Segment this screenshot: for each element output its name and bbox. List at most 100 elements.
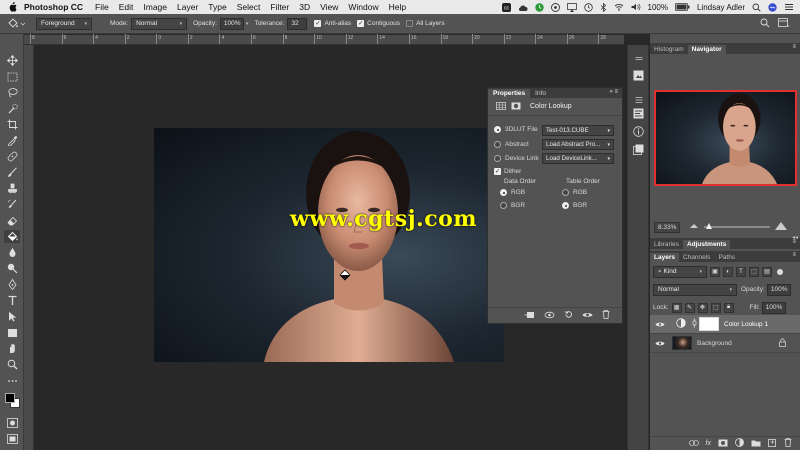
clone-stamp-tool-icon[interactable] — [4, 182, 20, 195]
opacity-input[interactable]: 100% — [219, 17, 244, 30]
link-layers-icon[interactable] — [688, 439, 699, 448]
abstract-radio[interactable] — [494, 141, 501, 148]
tab-navigator[interactable]: Navigator — [687, 45, 726, 54]
paint-bucket-tool-preset-icon[interactable] — [6, 16, 28, 32]
data-order-bgr[interactable]: BGR — [500, 202, 525, 209]
fill-source-dropdown[interactable]: Foreground ▾ — [36, 17, 92, 30]
notification-center-icon[interactable] — [784, 3, 794, 11]
fill-input[interactable]: 100% — [761, 301, 786, 314]
menu-edit[interactable]: Edit — [119, 2, 134, 12]
collapse-panels-icon[interactable]: ◂◂ — [792, 234, 798, 241]
table-order-bgr[interactable]: BGR — [562, 202, 587, 209]
add-mask-icon[interactable] — [718, 439, 728, 449]
tolerance-input[interactable]: 32 — [287, 17, 308, 30]
layer-name[interactable]: Background — [697, 340, 732, 347]
paint-bucket-tool-icon[interactable] — [4, 230, 20, 243]
history-brush-tool-icon[interactable] — [4, 198, 20, 211]
menu-help[interactable]: Help — [389, 2, 406, 12]
layer-mask-thumbnail[interactable] — [699, 317, 719, 331]
healing-brush-tool-icon[interactable] — [4, 150, 20, 163]
type-tool-icon[interactable] — [4, 294, 20, 307]
extension-icon[interactable] — [550, 2, 560, 12]
menu-view[interactable]: View — [320, 2, 338, 12]
rectangle-tool-icon[interactable] — [4, 326, 20, 339]
airplay-icon[interactable] — [566, 2, 577, 12]
battery-icon[interactable] — [675, 3, 690, 11]
dither-checkbox[interactable]: ✓ — [494, 168, 501, 175]
device-link-radio[interactable] — [494, 155, 501, 162]
zoom-slider-handle[interactable] — [706, 223, 713, 229]
collapse-panel-icon[interactable] — [632, 53, 645, 66]
layer-row-background[interactable]: Background — [650, 334, 800, 353]
zoom-value[interactable]: 8.33% — [654, 221, 681, 233]
table-order-rgb[interactable]: RGB — [562, 189, 587, 196]
brush-tool-icon[interactable] — [4, 166, 20, 179]
lock-artboard-icon[interactable]: ⬚ — [710, 302, 721, 313]
timer-icon[interactable] — [534, 2, 544, 12]
chain-link-icon[interactable] — [692, 318, 697, 330]
blend-mode-dropdown[interactable]: Normal ▾ — [653, 283, 737, 296]
color-swatches[interactable] — [3, 391, 21, 409]
abstract-option[interactable]: Abstract — [494, 141, 529, 148]
path-selection-tool-icon[interactable] — [4, 310, 20, 323]
filter-type-icon[interactable]: T — [736, 266, 746, 277]
visibility-eye-icon[interactable] — [582, 311, 593, 321]
creative-cloud-icon[interactable] — [518, 3, 528, 12]
all-layers-checkbox[interactable] — [406, 20, 414, 27]
lock-transparency-icon[interactable]: ▦ — [671, 302, 682, 313]
tab-libraries[interactable]: Libraries — [650, 240, 683, 249]
time-machine-icon[interactable] — [583, 2, 593, 12]
search-icon[interactable] — [760, 18, 770, 30]
tab-layers[interactable]: Layers — [650, 253, 679, 262]
eyedropper-tool-icon[interactable] — [4, 134, 20, 147]
bluetooth-icon[interactable] — [600, 2, 607, 12]
menu-select[interactable]: Select — [237, 2, 261, 12]
screen-mode-icon[interactable] — [4, 432, 20, 445]
menu-3d[interactable]: 3D — [299, 2, 310, 12]
contiguous-checkbox[interactable]: ✓ — [357, 20, 365, 27]
tab-adjustments[interactable]: Adjustments — [682, 240, 731, 249]
workspace-icon[interactable] — [778, 18, 790, 30]
new-group-icon[interactable] — [751, 439, 761, 449]
abstract-dropdown[interactable]: Load Abstract Pro... ▾ — [542, 139, 614, 150]
menu-filter[interactable]: Filter — [270, 2, 289, 12]
panel-menu-icon[interactable]: » ≡ — [609, 89, 618, 95]
zoom-slider[interactable] — [704, 223, 771, 229]
marquee-tool-icon[interactable] — [4, 70, 20, 83]
layer-thumbnail[interactable] — [672, 336, 692, 350]
tab-channels[interactable]: Channels — [679, 253, 714, 262]
reset-icon[interactable] — [564, 310, 573, 321]
siri-icon[interactable] — [768, 2, 777, 12]
menu-file[interactable]: File — [95, 2, 109, 12]
tab-paths[interactable]: Paths — [714, 253, 739, 262]
horizontal-ruler[interactable]: 8 6 4 2 0 2 4 6 8 10 12 14 16 18 20 22 24 26 28 — [24, 34, 624, 45]
lut-file-dropdown[interactable]: Test-013.CUBE ▾ — [542, 125, 614, 136]
layer-comps-icon[interactable] — [632, 143, 645, 156]
filter-shape-icon[interactable]: ⬚ — [749, 266, 759, 277]
layer-name[interactable]: Color Lookup 1 — [724, 321, 768, 328]
clip-to-layer-icon[interactable] — [524, 311, 535, 321]
data-order-bgr-radio[interactable] — [500, 202, 507, 209]
layer-row-color-lookup[interactable]: Color Lookup 1 — [650, 315, 800, 334]
more-tools-icon[interactable] — [4, 374, 20, 387]
lock-all-icon[interactable]: 🔒︎ — [723, 302, 734, 313]
new-layer-icon[interactable] — [768, 438, 777, 449]
data-order-rgb-radio[interactable] — [500, 189, 507, 196]
user-name[interactable]: Lindsay Adler — [697, 3, 745, 12]
menu-image[interactable]: Image — [143, 2, 167, 12]
spotlight-search-icon[interactable] — [752, 3, 761, 12]
zoom-tool-icon[interactable] — [4, 358, 20, 371]
info-icon[interactable] — [632, 125, 645, 138]
quick-selection-tool-icon[interactable] — [4, 102, 20, 115]
antialias-checkbox[interactable]: ✓ — [314, 20, 322, 27]
menu-type[interactable]: Type — [208, 2, 226, 12]
tab-histogram[interactable]: Histogram — [650, 45, 688, 54]
quick-mask-icon[interactable] — [4, 416, 20, 429]
dodge-tool-icon[interactable] — [4, 262, 20, 275]
visibility-eye-icon[interactable] — [654, 321, 666, 328]
opacity-chevron-icon[interactable]: ▾ — [246, 21, 249, 27]
lock-position-icon[interactable]: ✥ — [697, 302, 708, 313]
foreground-color-swatch[interactable] — [5, 393, 15, 403]
delete-icon[interactable] — [602, 310, 610, 321]
crop-tool-icon[interactable] — [4, 118, 20, 131]
